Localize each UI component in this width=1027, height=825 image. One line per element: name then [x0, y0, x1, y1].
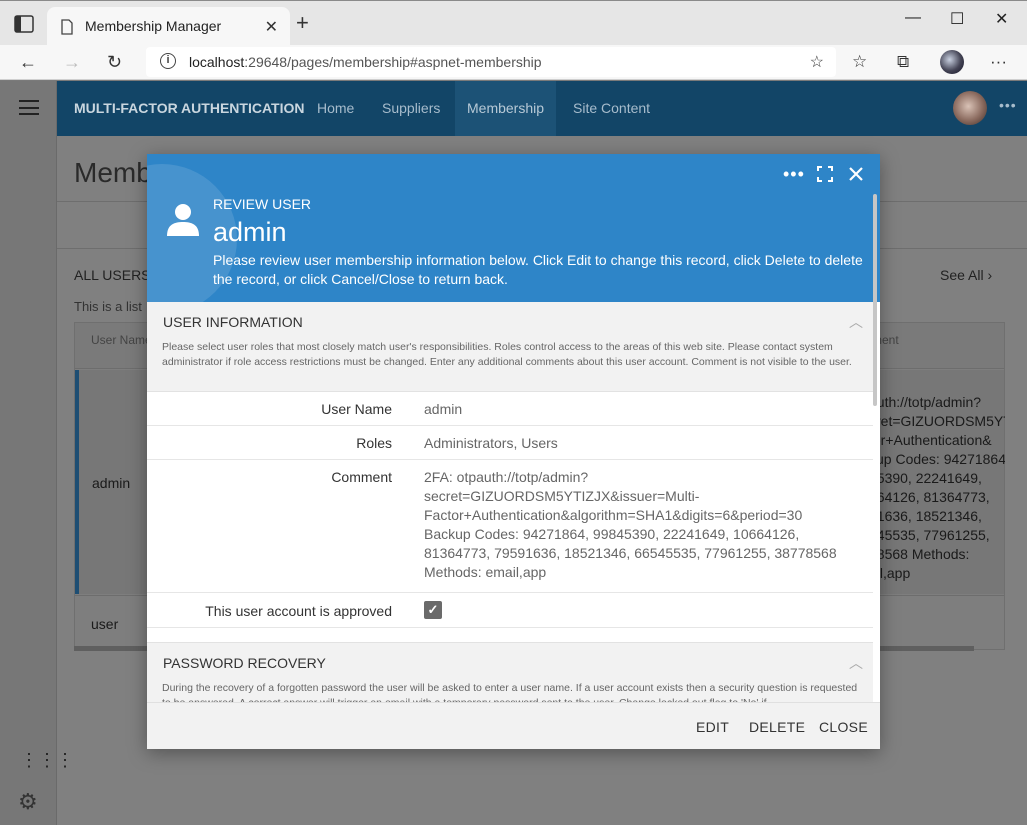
field-label: This user account is approved	[205, 603, 392, 619]
dialog-body[interactable]: USER INFORMATION ︿ Please select user ro…	[147, 302, 873, 702]
comment-line: Backup Codes: 94271864, 99845390, 222416…	[424, 526, 800, 542]
field-roles: Roles Administrators, Users	[147, 426, 873, 460]
forward-icon[interactable]: →	[63, 52, 81, 73]
dialog-description: Please review user membership informatio…	[213, 252, 863, 287]
tab-actions-icon[interactable]	[14, 15, 34, 33]
browser-profile-avatar[interactable]	[940, 50, 964, 74]
comment-line: kup Codes: 94271864,	[869, 451, 1005, 467]
comment-line: auth://totp/admin?	[869, 394, 982, 410]
close-window-button[interactable]: ✕	[995, 9, 1008, 29]
tab-title: Membership Manager	[85, 18, 222, 34]
favorites-icon[interactable]: ☆	[852, 52, 867, 72]
address-input[interactable]: i localhost:29648/pages/membership#aspne…	[146, 47, 836, 77]
app-navbar: MULTI-FACTOR AUTHENTICATION Home Supplie…	[57, 81, 1027, 136]
approved-checkbox[interactable]: ✓	[424, 601, 442, 619]
close-tab-icon[interactable]: ✕	[265, 17, 278, 37]
browser-menu-icon[interactable]: ···	[990, 52, 1007, 72]
user-avatar[interactable]	[953, 91, 987, 125]
collections-icon[interactable]: ⧉	[897, 52, 909, 72]
maximize-button[interactable]: ☐	[950, 9, 964, 29]
gear-icon[interactable]: ⚙	[18, 789, 38, 815]
field-label: Comment	[331, 469, 392, 485]
comment-line: ::	[869, 374, 1005, 393]
nav-suppliers[interactable]: Suppliers	[382, 100, 440, 116]
delete-button[interactable]: DELETE	[749, 719, 805, 735]
field-value: 2FA: otpauth://totp/admin? secret=GIZUOR…	[424, 468, 844, 582]
list-description: This is a list	[74, 299, 142, 314]
nav-membership[interactable]: Membership	[455, 81, 557, 136]
field-value: admin	[424, 401, 463, 417]
page-icon	[61, 19, 73, 35]
field-user-name: User Name admin	[147, 392, 873, 426]
dialog-header: REVIEW USER admin Please review user mem…	[147, 154, 880, 302]
password-recovery-section[interactable]: PASSWORD RECOVERY ︿ During the recovery …	[147, 642, 873, 702]
refresh-icon[interactable]: ↻	[107, 52, 122, 73]
comment-line: ail,app	[869, 565, 911, 581]
comment-line: 664126, 81364773,	[869, 489, 990, 505]
dialog-subtitle: REVIEW USER	[213, 196, 312, 212]
site-info-icon[interactable]: i	[160, 53, 176, 69]
chevron-up-icon[interactable]: ︿	[849, 653, 863, 673]
browser-tab[interactable]: Membership Manager ✕	[47, 7, 290, 47]
fullscreen-icon[interactable]	[817, 166, 833, 182]
review-user-dialog: REVIEW USER admin Please review user mem…	[147, 154, 880, 749]
user-information-section[interactable]: USER INFORMATION ︿ Please select user ro…	[147, 302, 873, 392]
field-comment: Comment 2FA: otpauth://totp/admin? secre…	[147, 460, 873, 593]
dialog-footer: EDIT DELETE CLOSE	[147, 702, 880, 749]
comment-line: Methods: email,app	[424, 564, 547, 580]
apps-grid-icon[interactable]: ⋮⋮⋮	[20, 750, 74, 771]
chevron-up-icon[interactable]: ︿	[849, 312, 863, 332]
nav-site-content[interactable]: Site Content	[573, 100, 650, 116]
field-approved: This user account is approved ✓	[147, 593, 873, 628]
field-label: Roles	[356, 435, 392, 451]
more-options-icon[interactable]: •••	[999, 97, 1017, 113]
see-all-link[interactable]: See All ›	[940, 267, 992, 283]
user-icon	[167, 204, 199, 236]
more-options-icon[interactable]: •••	[783, 165, 805, 183]
field-value: Administrators, Users	[424, 435, 558, 451]
new-tab-button[interactable]: +	[296, 12, 309, 34]
comment-line: 545535, 77961255,	[869, 527, 990, 543]
row-comment: :: auth://totp/admin? cret=GIZUORDSM5YT …	[869, 374, 1005, 583]
comment-line: 78568 Methods:	[869, 546, 970, 562]
comment-line: Factor+Authentication&algorithm=SHA1&dig…	[424, 507, 803, 523]
minimize-button[interactable]: —	[905, 9, 921, 27]
section-title: USER INFORMATION	[163, 314, 303, 330]
add-favorite-icon[interactable]: ☆	[810, 52, 824, 72]
comment-line: cret=GIZUORDSM5YT	[869, 413, 1005, 429]
comment-line: 81364773, 79591636, 18521346, 66545535, …	[424, 545, 837, 561]
browser-tab-strip: Membership Manager ✕ + — ☐ ✕	[0, 0, 1027, 47]
field-label: User Name	[321, 401, 392, 417]
dialog-scrollbar[interactable]	[873, 194, 877, 406]
section-description: Please select user roles that most close…	[162, 341, 852, 368]
section-title: PASSWORD RECOVERY	[163, 655, 326, 671]
comment-line: 91636, 18521346,	[869, 508, 982, 524]
row-user-name: user	[91, 616, 119, 632]
back-icon[interactable]: ←	[19, 52, 37, 73]
page-title: Memb	[74, 157, 152, 188]
edit-button[interactable]: EDIT	[696, 719, 729, 735]
col-user-name[interactable]: User Name	[91, 333, 152, 347]
comment-line: secret=GIZUORDSM5YTIZJX&issuer=Multi-	[424, 488, 700, 504]
close-icon[interactable]	[848, 166, 864, 182]
comment-line: 2FA: otpauth://totp/admin?	[424, 469, 589, 485]
section-description: During the recovery of a forgotten passw…	[162, 682, 858, 702]
app-sidebar: ⋮⋮⋮ ⚙	[0, 81, 74, 825]
address-toolbar: ← → ↻ i localhost:29648/pages/membership…	[0, 45, 1027, 80]
row-user-name: admin	[92, 475, 131, 491]
close-button[interactable]: CLOSE	[819, 719, 868, 735]
nav-home[interactable]: Home	[317, 100, 354, 116]
dialog-title: admin	[213, 217, 287, 247]
comment-line: tor+Authentication&	[869, 432, 992, 448]
hamburger-menu-icon[interactable]	[19, 100, 39, 115]
brand-title[interactable]: MULTI-FACTOR AUTHENTICATION	[74, 100, 304, 116]
url-host: localhost	[189, 54, 245, 70]
comment-line: 45390, 22241649,	[869, 470, 982, 486]
see-all-label: See All	[940, 267, 984, 283]
url-path: :29648/pages/membership#aspnet-membershi…	[244, 54, 542, 70]
